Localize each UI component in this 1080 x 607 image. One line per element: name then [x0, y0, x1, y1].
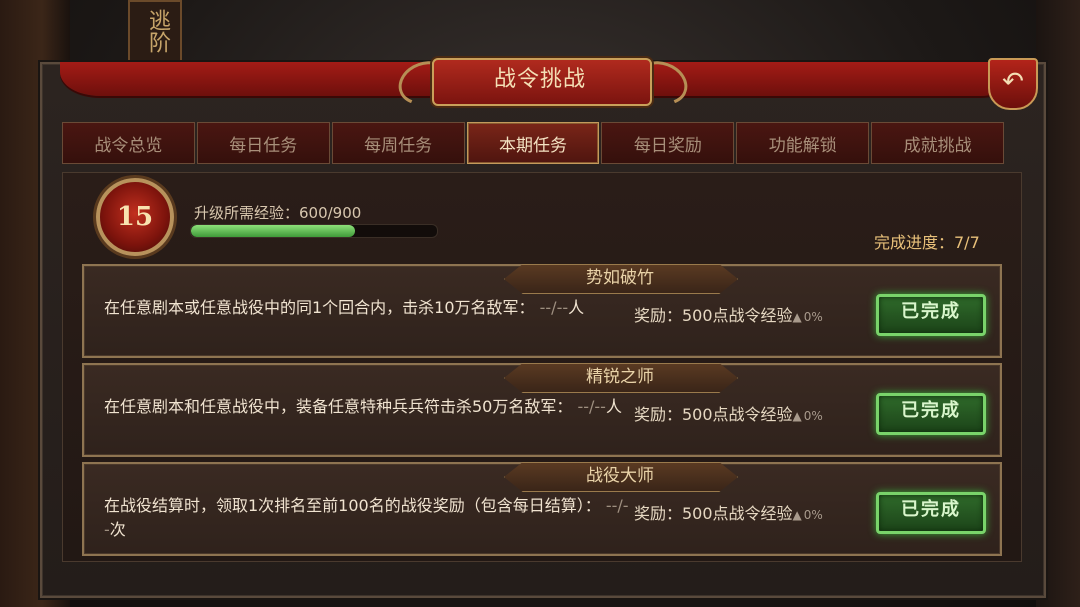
task-reward-text: 奖励：500点战令经验 — [634, 504, 793, 523]
task-card: 战役大师 在战役结算时，领取1次排名至前100名的战役奖励（包含每日结算）： -… — [82, 462, 1002, 556]
experience-bar-fill — [191, 225, 356, 237]
completion-progress: 完成进度：7/7 — [874, 233, 980, 252]
completed-button[interactable]: 已完成 — [876, 492, 986, 534]
tab-weekly-tasks[interactable]: 每周任务 — [331, 122, 465, 164]
task-description: 在任意剧本或任意战役中的同1个回合内，击杀10万名敌军： --/--人 — [104, 296, 634, 320]
level-badge: 15 — [96, 178, 174, 256]
task-title: 势如破竹 — [586, 268, 654, 288]
level-value: 15 — [116, 202, 154, 232]
tab-feature-unlock[interactable]: 功能解锁 — [736, 122, 870, 164]
task-description-text: 在任意剧本和任意战役中，装备任意特种兵兵符击杀50万名敌军： — [104, 397, 573, 416]
task-reward-text: 奖励：500点战令经验 — [634, 306, 793, 325]
page-title: 战令挑战 — [493, 67, 586, 92]
task-description: 在任意剧本和任意战役中，装备任意特种兵兵符击杀50万名敌军： --/--人 — [104, 395, 634, 419]
background-banner: 逃阶 — [128, 0, 182, 62]
task-description-text: 在战役结算时，领取1次排名至前100名的战役奖励（包含每日结算）： — [104, 496, 601, 515]
experience-label: 升级所需经验：600/900 — [194, 204, 362, 222]
task-unit: 次 — [109, 520, 126, 539]
task-progress: --/-- — [534, 298, 569, 317]
task-reward: 奖励：500点战令经验▲ 0% — [634, 401, 823, 425]
tab-daily-rewards[interactable]: 每日奖励 — [601, 122, 735, 164]
task-progress: --/-- — [572, 397, 606, 416]
bonus-up-arrow-icon: ▲ — [792, 508, 802, 522]
bonus-up-arrow-icon: ▲ — [792, 310, 802, 324]
back-arrow-icon: ↶ — [1002, 67, 1024, 97]
task-reward: 奖励：500点战令经验▲ 0% — [634, 500, 823, 524]
task-reward-text: 奖励：500点战令经验 — [634, 405, 793, 424]
tab-daily-tasks[interactable]: 每日任务 — [196, 122, 330, 164]
tab-achievements[interactable]: 成就挑战 — [871, 122, 1005, 164]
task-reward-bonus: 0% — [803, 310, 823, 324]
tab-overview[interactable]: 战令总览 — [62, 122, 195, 164]
task-reward-bonus: 0% — [803, 409, 823, 423]
task-title: 战役大师 — [586, 466, 654, 486]
completed-button[interactable]: 已完成 — [876, 393, 986, 435]
task-card: 精锐之师 在任意剧本和任意战役中，装备任意特种兵兵符击杀50万名敌军： --/-… — [82, 363, 1002, 457]
task-reward: 奖励：500点战令经验▲ 0% — [634, 302, 823, 326]
task-unit: 人 — [605, 397, 622, 416]
tab-season-tasks[interactable]: 本期任务 — [466, 122, 600, 164]
back-button[interactable]: ↶ — [988, 58, 1038, 110]
task-title: 精锐之师 — [586, 367, 654, 387]
completed-button[interactable]: 已完成 — [876, 294, 986, 336]
experience-bar — [190, 224, 438, 238]
bonus-up-arrow-icon: ▲ — [792, 409, 802, 423]
task-reward-bonus: 0% — [803, 508, 823, 522]
task-unit: 人 — [568, 298, 585, 317]
tab-bar: 战令总览 每日任务 每周任务 本期任务 每日奖励 功能解锁 成就挑战 — [62, 122, 1005, 164]
task-description: 在战役结算时，领取1次排名至前100名的战役奖励（包含每日结算）： --/--次 — [104, 494, 634, 542]
task-description-text: 在任意剧本或任意战役中的同1个回合内，击杀10万名敌军： — [104, 298, 535, 317]
task-card: 势如破竹 在任意剧本或任意战役中的同1个回合内，击杀10万名敌军： --/--人… — [82, 264, 1002, 358]
